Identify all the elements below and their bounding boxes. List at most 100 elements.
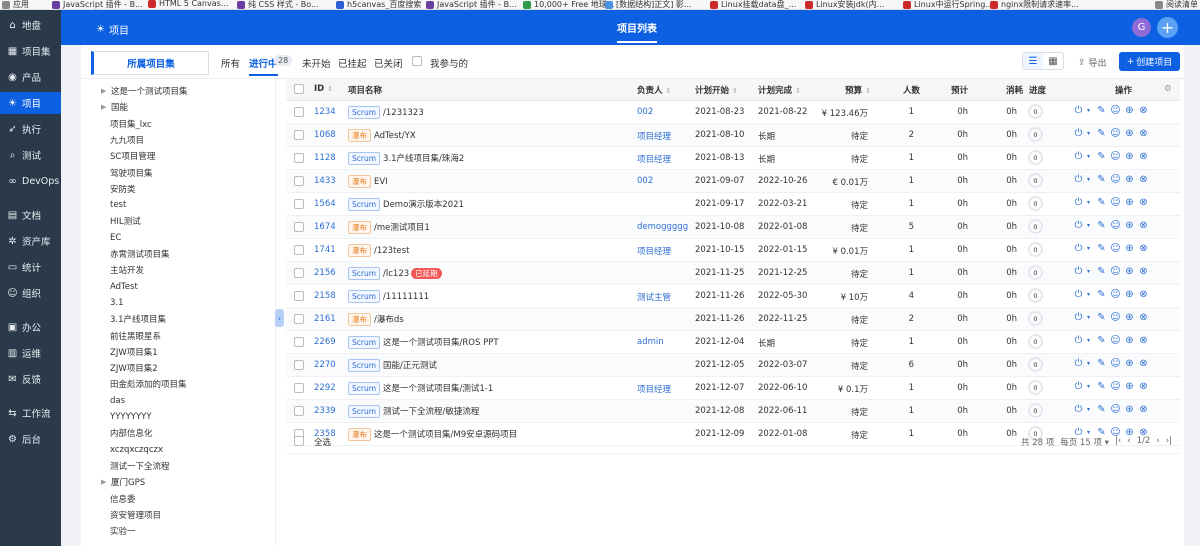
team-icon[interactable]: ☺ (1110, 105, 1121, 116)
link-icon[interactable]: ⊕ (1124, 266, 1135, 277)
bookmark-item[interactable]: h5canvas_百度搜索 (336, 0, 421, 9)
start-icon[interactable]: ⏻ (1073, 151, 1084, 162)
start-icon[interactable]: ⏻ (1073, 128, 1084, 139)
link-icon[interactable]: ⊕ (1124, 381, 1135, 392)
tree-item[interactable]: 3.1 (110, 295, 124, 311)
avatar[interactable]: G (1132, 18, 1151, 37)
team-icon[interactable]: ☺ (1110, 128, 1121, 139)
table-row[interactable]: 2161 瀑布/瀑布ds 2021-11-26 2022-11-25 待定 2 0h 0h 0 ⏻… (286, 308, 1180, 331)
row-checkbox[interactable] (294, 107, 304, 117)
project-name-cell[interactable]: 瀑布/瀑布ds (348, 313, 404, 326)
quick-create-button[interactable]: + (1157, 17, 1178, 38)
tree-item[interactable]: xczqxczqczx (110, 442, 163, 458)
project-name-link[interactable]: AdTest/YX (374, 131, 416, 141)
link-icon[interactable]: ⊕ (1124, 220, 1135, 231)
expand-icon[interactable]: ⊗ (1138, 151, 1149, 162)
pager-next-icon[interactable]: › (1156, 436, 1159, 448)
row-checkbox[interactable] (294, 360, 304, 370)
table-row[interactable]: 2269 Scrum 这是一个测试项目集/ROS PPT admin 2021-12-0… (286, 331, 1180, 354)
row-checkbox[interactable] (294, 222, 304, 232)
tree-item[interactable]: 田金彪添加的项目集 (110, 376, 187, 392)
col-id[interactable]: ID ⇕ (314, 84, 333, 94)
bookmark-item[interactable]: HTML 5 Canvas... (148, 0, 228, 8)
project-id-link[interactable]: 2158 (314, 291, 336, 301)
filter-all[interactable]: 所有 (221, 56, 240, 70)
edit-icon[interactable]: ✎ (1096, 128, 1107, 139)
table-row[interactable]: 1564 Scrum Demo演示版本2021 2021-09-17 2022-03-2… (286, 193, 1180, 216)
expand-icon[interactable]: ⊗ (1138, 243, 1149, 254)
pager-prev-icon[interactable]: ‹ (1127, 436, 1130, 448)
project-name-cell[interactable]: Scrum 3.1产线项目集/珠海2 (348, 152, 464, 165)
more-caret-icon[interactable]: ▾ (1087, 107, 1093, 114)
more-caret-icon[interactable]: ▾ (1087, 383, 1093, 390)
team-icon[interactable]: ☺ (1110, 197, 1121, 208)
bookmark-item[interactable]: JavaScript 插件 - B... (426, 0, 517, 9)
more-caret-icon[interactable]: ▾ (1087, 268, 1093, 275)
tree-item[interactable]: ▶ 国能 (101, 99, 128, 115)
tree-item[interactable]: 信息委 (110, 491, 136, 507)
team-icon[interactable]: ☺ (1110, 266, 1121, 277)
tree-item[interactable]: ZJW项目集1 (110, 344, 158, 360)
project-name-link[interactable]: /me测试项目1 (374, 223, 430, 233)
sidebar-item[interactable]: ▣ 办公 (0, 316, 61, 338)
pager-first-icon[interactable]: |‹ (1115, 436, 1121, 448)
bookmark-item[interactable]: Linux中运行Spring... (903, 0, 993, 9)
project-name-cell[interactable]: Scrum Demo演示版本2021 (348, 198, 464, 211)
collapse-tree-handle[interactable]: ‹ (275, 309, 284, 327)
project-name-cell[interactable]: Scrum 国能/正元测试 (348, 359, 437, 372)
list-view-icon[interactable]: ☰ (1023, 53, 1043, 69)
start-icon[interactable]: ⏻ (1073, 266, 1084, 277)
owner-cell[interactable]: 项目经理 (637, 153, 671, 165)
table-row[interactable]: 1234 Scrum/1231323 002 2021-08-23 2021-08-22… (286, 101, 1180, 124)
project-name-link[interactable]: /lc123 (383, 269, 409, 279)
project-set-tab[interactable]: 所属项目集 (91, 51, 209, 75)
project-id-link[interactable]: 1068 (314, 130, 336, 140)
edit-icon[interactable]: ✎ (1096, 197, 1107, 208)
edit-icon[interactable]: ✎ (1096, 243, 1107, 254)
project-name-link[interactable]: /11111111 (383, 292, 429, 302)
table-row[interactable]: 2292 Scrum 这是一个测试项目集/测试1-1 项目经理 2021-12-07 20… (286, 377, 1180, 400)
col-owner[interactable]: 负责人 ⇕ (637, 84, 671, 96)
sidebar-item[interactable]: ⚙ 后台 (0, 428, 61, 450)
link-icon[interactable]: ⊕ (1124, 174, 1135, 185)
more-caret-icon[interactable]: ▾ (1087, 406, 1093, 413)
link-icon[interactable]: ⊕ (1124, 243, 1135, 254)
owner-cell[interactable]: 002 (637, 107, 653, 117)
project-id-link[interactable]: 2269 (314, 337, 336, 347)
start-icon[interactable]: ⏻ (1073, 243, 1084, 254)
bookmark-item[interactable]: 阅读清单 (1155, 0, 1198, 9)
owner-cell[interactable]: 项目经理 (637, 130, 671, 142)
tree-item[interactable]: 项目集_lxc (110, 116, 152, 132)
bookmark-item[interactable]: Linux安装jdk(内... (805, 0, 884, 9)
team-icon[interactable]: ☺ (1110, 358, 1121, 369)
expand-icon[interactable]: ⊗ (1138, 312, 1149, 323)
col-name[interactable]: 项目名称 (348, 84, 382, 96)
sidebar-item[interactable]: ✉ 反馈 (0, 368, 61, 390)
row-checkbox[interactable] (294, 383, 304, 393)
link-icon[interactable]: ⊕ (1124, 404, 1135, 415)
more-caret-icon[interactable]: ▾ (1087, 337, 1093, 344)
row-checkbox[interactable] (294, 130, 304, 140)
sidebar-item[interactable]: ∞ DevOps (0, 170, 61, 192)
tree-item[interactable]: test (110, 197, 126, 213)
link-icon[interactable]: ⊕ (1124, 197, 1135, 208)
start-icon[interactable]: ⏻ (1073, 381, 1084, 392)
table-row[interactable]: 1128 Scrum 3.1产线项目集/珠海2 项目经理 2021-08-13 长期 待定 1… (286, 147, 1180, 170)
link-icon[interactable]: ⊕ (1124, 128, 1135, 139)
expand-icon[interactable]: ⊗ (1138, 381, 1149, 392)
owner-cell[interactable]: 项目经理 (637, 245, 671, 257)
start-icon[interactable]: ⏻ (1073, 335, 1084, 346)
mine-checkbox[interactable] (412, 56, 422, 66)
project-id-link[interactable]: 2156 (314, 268, 336, 278)
project-name-link[interactable]: 3.1产线项目集/珠海2 (383, 154, 464, 164)
edit-icon[interactable]: ✎ (1096, 404, 1107, 415)
expand-icon[interactable]: ⊗ (1138, 128, 1149, 139)
edit-icon[interactable]: ✎ (1096, 151, 1107, 162)
row-checkbox[interactable] (294, 314, 304, 324)
table-row[interactable]: 2158 Scrum/11111111 测试主管 2021-11-26 2022-05-… (286, 285, 1180, 308)
project-id-link[interactable]: 1564 (314, 199, 336, 209)
owner-cell[interactable]: 测试主管 (637, 291, 671, 303)
more-caret-icon[interactable]: ▾ (1087, 245, 1093, 252)
column-settings-icon[interactable]: ⚙ (1164, 84, 1172, 94)
edit-icon[interactable]: ✎ (1096, 105, 1107, 116)
